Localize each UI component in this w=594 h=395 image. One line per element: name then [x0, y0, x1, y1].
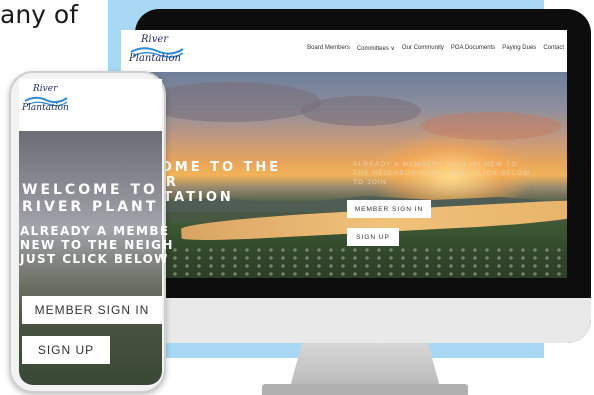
mobile-hero-subtitle-line: JUST CLICK BELOW: [20, 252, 169, 266]
cloud: [141, 82, 321, 122]
nav-poa-documents[interactable]: POA Documents: [451, 45, 495, 52]
site-header: River Plantation Board Members Committee…: [121, 30, 567, 72]
houses: [121, 246, 567, 278]
monitor-chin: [135, 298, 591, 343]
main-nav: Board Members Committees ∨ Our Community…: [307, 45, 564, 52]
member-sign-in-button[interactable]: MEMBER SIGN IN: [347, 200, 431, 218]
hero-image: ELCOME TO THE IVER LANTATION ALREADY A M…: [121, 72, 567, 278]
hero-subtitle-line: ALREADY A MEMBER? SIGN IN! NEW TO: [353, 161, 518, 168]
mobile-hero-title: WELCOME TO RIVER PLANT: [22, 182, 158, 216]
nav-contact[interactable]: Contact: [543, 45, 564, 52]
sign-up-button[interactable]: SIGN UP: [347, 228, 399, 246]
hero-subtitle: ALREADY A MEMBER? SIGN IN! NEW TO THE NE…: [353, 160, 563, 187]
mobile-hero-title-line: RIVER PLANT: [22, 199, 159, 215]
mobile-hero-subtitle-line: NEW TO THE NEIGH: [20, 238, 174, 252]
site-logo[interactable]: River Plantation: [127, 34, 184, 68]
cloud: [301, 96, 421, 126]
hero-subtitle-line: TO JOIN: [353, 179, 387, 186]
nav-our-community[interactable]: Our Community: [402, 45, 444, 52]
mobile-hero-title-line: WELCOME TO: [22, 182, 158, 198]
mobile-sign-up-button[interactable]: SIGN UP: [22, 336, 110, 364]
cloud: [421, 112, 561, 140]
monitor-stand-base: [262, 384, 468, 395]
logo-line-1: River: [33, 84, 58, 94]
nav-board-members[interactable]: Board Members: [307, 45, 350, 52]
nav-paying-dues[interactable]: Paying Dues: [502, 45, 536, 52]
mobile-member-sign-in-button[interactable]: MEMBER SIGN IN: [22, 296, 162, 324]
logo-line-1: River: [141, 34, 169, 45]
mobile-hero-subtitle: ALREADY A MEMBE NEW TO THE NEIGH JUST CL…: [20, 224, 174, 266]
hero-subtitle-line: THE NEIGHBORHOOD? JUST CLICK BELOW: [353, 170, 531, 177]
monitor-stand: [290, 343, 440, 387]
desktop-website: River Plantation Board Members Committee…: [121, 30, 567, 278]
nav-committees[interactable]: Committees ∨: [357, 45, 395, 52]
mobile-header: River Plantation: [19, 79, 162, 131]
mobile-hero-subtitle-line: ALREADY A MEMBE: [20, 224, 170, 238]
logo-line-2: Plantation: [129, 53, 181, 64]
logo-line-2: Plantation: [22, 103, 69, 113]
